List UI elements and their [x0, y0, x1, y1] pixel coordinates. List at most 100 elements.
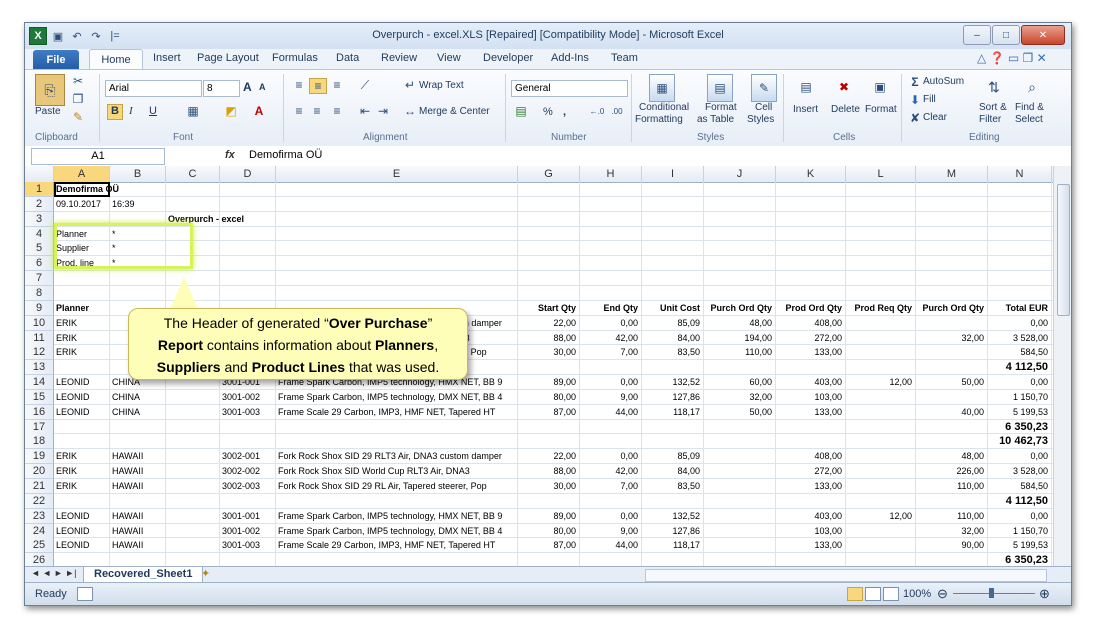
column-header-i[interactable]: I — [642, 166, 704, 182]
merge-center-icon[interactable]: ↔ — [403, 104, 417, 118]
increase-indent-icon[interactable]: ⇥ — [375, 104, 391, 118]
row-header[interactable]: 12 — [25, 345, 54, 361]
cell-h11[interactable]: 42,00 — [582, 331, 638, 346]
cell-i16[interactable]: 118,17 — [644, 405, 700, 420]
cell-h19[interactable]: 0,00 — [582, 449, 638, 464]
row-header[interactable]: 24 — [25, 523, 54, 539]
cell-g19[interactable]: 22,00 — [520, 449, 576, 464]
cell-n17[interactable]: 6 350,23 — [990, 420, 1048, 435]
row-header[interactable]: 7 — [25, 271, 54, 287]
column-header-k[interactable]: K — [776, 166, 846, 182]
cell-n22[interactable]: 4 112,50 — [990, 494, 1048, 509]
cell-g9[interactable]: Start Qty — [520, 301, 576, 316]
cut-icon[interactable]: ✂ — [71, 74, 85, 88]
row-header[interactable]: 26 — [25, 553, 54, 566]
zoom-out-icon[interactable]: ⊖ — [937, 586, 948, 602]
cell-k25[interactable]: 133,00 — [778, 538, 842, 553]
cell-h24[interactable]: 9,00 — [582, 524, 638, 539]
cell-n18[interactable]: 10 462,73 — [990, 434, 1048, 449]
cell-k23[interactable]: 403,00 — [778, 509, 842, 524]
delete-cells-icon[interactable]: ✖ — [833, 74, 855, 100]
cell-n11[interactable]: 3 528,00 — [990, 331, 1048, 346]
cell-g15[interactable]: 80,00 — [520, 390, 576, 405]
cell-g12[interactable]: 30,00 — [520, 345, 576, 360]
row-header[interactable]: 11 — [25, 330, 54, 346]
cell-i20[interactable]: 84,00 — [644, 464, 700, 479]
decrease-indent-icon[interactable]: ⇤ — [357, 104, 373, 118]
cell-n14[interactable]: 0,00 — [990, 375, 1048, 390]
wrap-text-icon[interactable]: ↵ — [403, 78, 417, 92]
cell-n9[interactable]: Total EUR — [990, 301, 1048, 316]
macro-record-icon[interactable] — [77, 587, 93, 601]
cell-b16[interactable]: CHINA — [112, 405, 162, 420]
find-select-button-line2[interactable]: Select — [1015, 114, 1043, 125]
row-header[interactable]: 16 — [25, 404, 54, 420]
cell-b19[interactable]: HAWAII — [112, 449, 162, 464]
row-header[interactable]: 15 — [25, 389, 54, 405]
cell-g11[interactable]: 88,00 — [520, 331, 576, 346]
sheet-navigation[interactable]: ◄ ◄ ► ►| — [31, 568, 76, 578]
cell-n15[interactable]: 1 150,70 — [990, 390, 1048, 405]
cell-e25[interactable]: Frame Scale 29 Carbon, IMP3, HMF NET, Ta… — [278, 538, 514, 553]
cell-i10[interactable]: 85,09 — [644, 316, 700, 331]
column-header-l[interactable]: L — [846, 166, 916, 182]
cell-m19[interactable]: 48,00 — [918, 449, 984, 464]
cell-i21[interactable]: 83,50 — [644, 479, 700, 494]
zoom-level[interactable]: 100% — [903, 588, 931, 600]
insert-cells-button[interactable]: Insert — [793, 104, 818, 115]
page-break-view-icon[interactable] — [883, 587, 899, 601]
conditional-formatting-button-line2[interactable]: Formatting — [635, 114, 683, 125]
cell-k16[interactable]: 133,00 — [778, 405, 842, 420]
normal-view-icon[interactable] — [847, 587, 863, 601]
format-as-table-icon[interactable]: ▤ — [707, 74, 733, 102]
formula-input[interactable]: Demofirma OÜ — [249, 149, 322, 161]
cell-m9[interactable]: Purch Ord Qty — [918, 301, 984, 316]
font-size-combo[interactable]: 8 — [203, 80, 240, 97]
column-header-h[interactable]: H — [580, 166, 642, 182]
cell-l23[interactable]: 12,00 — [848, 509, 912, 524]
orientation-icon[interactable]: ⟋ — [357, 78, 373, 92]
zoom-in-icon[interactable]: ⊕ — [1039, 586, 1050, 602]
fill-color-icon[interactable]: ◩ — [223, 104, 239, 118]
cell-k21[interactable]: 133,00 — [778, 479, 842, 494]
wrap-text-button[interactable]: Wrap Text — [419, 80, 464, 91]
cell-b15[interactable]: CHINA — [112, 390, 162, 405]
cell-n10[interactable]: 0,00 — [990, 316, 1048, 331]
cell-n24[interactable]: 1 150,70 — [990, 524, 1048, 539]
cell-g20[interactable]: 88,00 — [520, 464, 576, 479]
cell-m21[interactable]: 110,00 — [918, 479, 984, 494]
horizontal-scrollbar[interactable] — [645, 569, 1047, 582]
cell-i11[interactable]: 84,00 — [644, 331, 700, 346]
cell-m16[interactable]: 40,00 — [918, 405, 984, 420]
insert-sheet-icon[interactable]: ✦ — [201, 567, 210, 580]
cell-j16[interactable]: 50,00 — [706, 405, 772, 420]
cell-a25[interactable]: LEONID — [56, 538, 106, 553]
row-header[interactable]: 17 — [25, 419, 54, 435]
cell-m25[interactable]: 90,00 — [918, 538, 984, 553]
tab-file[interactable]: File — [33, 50, 79, 69]
autosum-icon[interactable]: Σ — [909, 75, 921, 89]
name-box[interactable]: A1 — [31, 148, 165, 165]
row-header[interactable]: 8 — [25, 285, 54, 301]
zoom-slider[interactable] — [953, 593, 1035, 594]
number-format-combo[interactable]: General — [511, 80, 628, 97]
cell-h15[interactable]: 9,00 — [582, 390, 638, 405]
tab-data[interactable]: Data — [336, 52, 359, 64]
cell-h23[interactable]: 0,00 — [582, 509, 638, 524]
cell-i19[interactable]: 85,09 — [644, 449, 700, 464]
cell-d19[interactable]: 3002-001 — [222, 449, 272, 464]
cell-d20[interactable]: 3002-002 — [222, 464, 272, 479]
autosum-button[interactable]: AutoSum — [923, 76, 964, 87]
cell-g10[interactable]: 22,00 — [520, 316, 576, 331]
cell-e23[interactable]: Frame Spark Carbon, IMP5 technology, HMX… — [278, 509, 514, 524]
row-header[interactable]: 4 — [25, 226, 54, 242]
increase-decimal-icon[interactable]: ←.0 — [589, 104, 605, 118]
cell-a9[interactable]: Planner — [56, 301, 106, 316]
cell-b25[interactable]: HAWAII — [112, 538, 162, 553]
column-header-e[interactable]: E — [276, 166, 518, 182]
cell-n23[interactable]: 0,00 — [990, 509, 1048, 524]
conditional-formatting-icon[interactable]: ▦ — [649, 74, 675, 102]
cell-n13[interactable]: 4 112,50 — [990, 360, 1048, 375]
cell-styles-button-line2[interactable]: Styles — [747, 114, 774, 125]
tab-developer[interactable]: Developer — [483, 52, 533, 64]
